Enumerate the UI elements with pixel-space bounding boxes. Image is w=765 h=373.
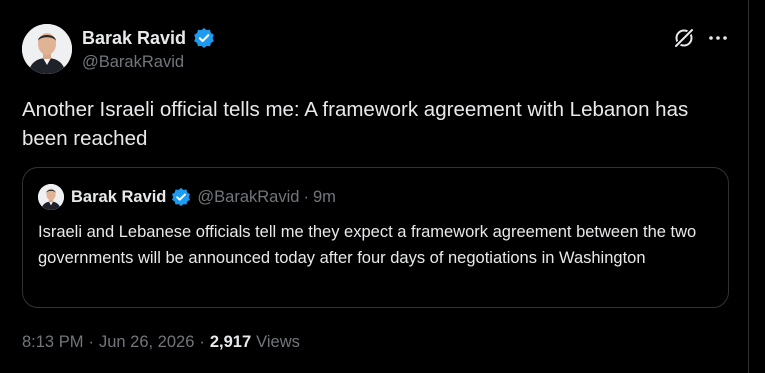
- author-name[interactable]: Barak Ravid: [82, 27, 186, 49]
- quoted-avatar-photo: [38, 184, 64, 210]
- meta-separator: ·: [199, 332, 205, 351]
- quoted-author-name[interactable]: Barak Ravid: [71, 188, 166, 207]
- quoted-author-avatar[interactable]: [38, 184, 64, 210]
- quoted-separator: ·: [303, 187, 309, 206]
- grok-icon[interactable]: [672, 26, 696, 50]
- tweet: Barak Ravid @BarakRavid Another Israeli …: [0, 0, 765, 373]
- quoted-tweet-text: Israeli and Lebanese officials tell me t…: [38, 223, 697, 267]
- quoted-verified-badge-icon[interactable]: [171, 187, 191, 207]
- quoted-author-handle[interactable]: @BarakRavid: [197, 188, 299, 207]
- quoted-tweet-card[interactable]: Barak Ravid @BarakRavid · 9m Israeli and…: [22, 167, 729, 308]
- verified-badge-icon[interactable]: [193, 27, 215, 49]
- author-handle[interactable]: @BarakRavid: [82, 52, 184, 72]
- quoted-tweet-header: Barak Ravid @BarakRavid · 9m: [71, 186, 336, 208]
- tweet-text: Another Israeli official tells me: A fra…: [22, 98, 689, 150]
- tweet-time[interactable]: 8:13 PM: [22, 333, 83, 352]
- column-border: [748, 0, 749, 373]
- views-label: Views: [256, 332, 300, 351]
- quoted-timestamp[interactable]: 9m: [313, 188, 336, 207]
- tweet-date[interactable]: Jun 26, 2026: [99, 333, 194, 352]
- avatar-photo: [22, 24, 72, 74]
- more-horizontal-icon[interactable]: [706, 26, 730, 50]
- meta-separator: ·: [88, 332, 94, 351]
- author-avatar[interactable]: [22, 24, 72, 74]
- tweet-metadata: 8:13 PM · Jun 26, 2026 · 2,917 Views: [22, 331, 300, 353]
- views-count[interactable]: 2,917: [210, 333, 251, 352]
